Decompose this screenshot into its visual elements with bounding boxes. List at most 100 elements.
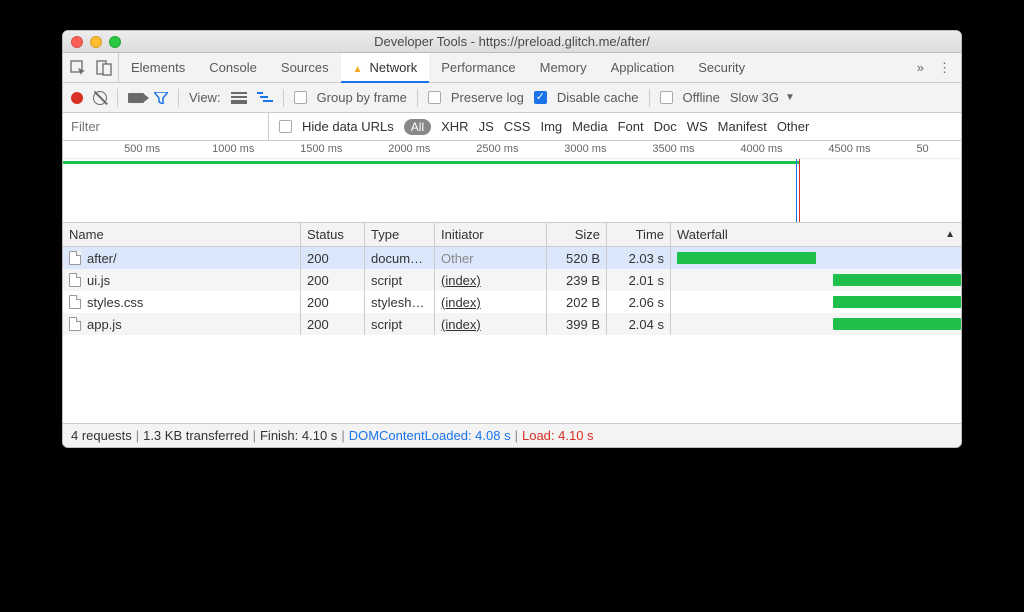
tab-memory[interactable]: Memory	[528, 53, 599, 82]
timeline-tick: 4000 ms	[740, 143, 782, 155]
table-row[interactable]: app.js200script(index)399 B2.04 s	[63, 313, 961, 335]
tab-elements[interactable]: Elements	[119, 53, 197, 82]
request-initiator: Other	[441, 251, 474, 266]
minimize-icon[interactable]	[90, 36, 102, 48]
request-type: stylesh…	[365, 291, 435, 313]
tab-performance[interactable]: Performance	[429, 53, 527, 82]
request-name: after/	[87, 251, 117, 266]
record-button[interactable]	[71, 92, 83, 104]
table-row[interactable]: after/200docum… Other 520 B2.03 s	[63, 247, 961, 269]
filter-type-other[interactable]: Other	[777, 119, 810, 134]
col-name[interactable]: Name	[63, 223, 301, 246]
hide-data-urls-label: Hide data URLs	[302, 119, 394, 134]
hide-data-urls-checkbox[interactable]	[279, 120, 292, 133]
traffic-lights	[71, 36, 121, 48]
col-waterfall[interactable]: Waterfall▲	[671, 223, 961, 246]
group-by-frame-label: Group by frame	[317, 90, 407, 105]
timeline-tick: 2500 ms	[476, 143, 518, 155]
filter-toggle-icon[interactable]	[154, 92, 168, 104]
request-waterfall	[671, 247, 961, 269]
request-status: 200	[301, 247, 365, 269]
filter-type-media[interactable]: Media	[572, 119, 607, 134]
request-name: ui.js	[87, 273, 110, 288]
tab-application[interactable]: Application	[599, 53, 687, 82]
timeline-tick: 1500 ms	[300, 143, 342, 155]
zoom-icon[interactable]	[109, 36, 121, 48]
throttle-select[interactable]: Slow 3G ▼	[730, 90, 795, 105]
filter-type-ws[interactable]: WS	[687, 119, 708, 134]
request-initiator[interactable]: (index)	[441, 295, 481, 310]
col-status[interactable]: Status	[301, 223, 365, 246]
table-row[interactable]: styles.css200stylesh…(index)202 B2.06 s	[63, 291, 961, 313]
window-title: Developer Tools - https://preload.glitch…	[63, 34, 961, 49]
request-time: 2.03 s	[607, 247, 671, 269]
request-time: 2.04 s	[607, 313, 671, 335]
status-transferred: 1.3 KB transferred	[143, 428, 249, 443]
request-size: 520 B	[547, 247, 607, 269]
devtools-window: Developer Tools - https://preload.glitch…	[62, 30, 962, 448]
more-tabs-icon[interactable]: »	[917, 60, 924, 75]
close-icon[interactable]	[71, 36, 83, 48]
inspect-icon[interactable]	[70, 60, 86, 76]
tab-sources[interactable]: Sources	[269, 53, 341, 82]
status-load: Load: 4.10 s	[522, 428, 594, 443]
col-time[interactable]: Time	[607, 223, 671, 246]
request-size: 239 B	[547, 269, 607, 291]
tab-security[interactable]: Security	[686, 53, 757, 82]
filter-type-js[interactable]: JS	[479, 119, 494, 134]
filter-input[interactable]	[63, 113, 269, 140]
filter-type-doc[interactable]: Doc	[654, 119, 677, 134]
col-size[interactable]: Size	[547, 223, 607, 246]
timeline-tick: 2000 ms	[388, 143, 430, 155]
col-type[interactable]: Type	[365, 223, 435, 246]
group-by-frame-checkbox[interactable]	[294, 91, 307, 104]
timeline-tick: 1000 ms	[212, 143, 254, 155]
sort-asc-icon: ▲	[945, 229, 955, 240]
filter-type-font[interactable]: Font	[618, 119, 644, 134]
waterfall-bar	[833, 318, 961, 330]
request-type: script	[365, 269, 435, 291]
clear-button[interactable]	[93, 91, 107, 105]
filter-type-xhr[interactable]: XHR	[441, 119, 468, 134]
status-finish: Finish: 4.10 s	[260, 428, 337, 443]
timeline-tick: 4500 ms	[828, 143, 870, 155]
preserve-log-label: Preserve log	[451, 90, 524, 105]
filter-type-manifest[interactable]: Manifest	[718, 119, 767, 134]
preserve-log-checkbox[interactable]	[428, 91, 441, 104]
chevron-down-icon: ▼	[785, 92, 795, 103]
screenshot-icon[interactable]	[128, 93, 144, 103]
request-initiator[interactable]: (index)	[441, 273, 481, 288]
status-dcl: DOMContentLoaded: 4.08 s	[349, 428, 511, 443]
request-size: 399 B	[547, 313, 607, 335]
timeline-tick: 3500 ms	[652, 143, 694, 155]
devtools-left-icons	[63, 53, 119, 82]
timeline-tick: 500 ms	[124, 143, 160, 155]
request-status: 200	[301, 291, 365, 313]
tab-network[interactable]: Network	[341, 53, 430, 83]
timeline-tick: 3000 ms	[564, 143, 606, 155]
request-name: styles.css	[87, 295, 143, 310]
kebab-menu-icon[interactable]: ⋮	[938, 60, 951, 76]
tab-console[interactable]: Console	[197, 53, 269, 82]
offline-checkbox[interactable]	[660, 91, 673, 104]
request-initiator[interactable]: (index)	[441, 317, 481, 332]
table-row[interactable]: ui.js200script(index)239 B2.01 s	[63, 269, 961, 291]
request-status: 200	[301, 269, 365, 291]
disable-cache-label: Disable cache	[557, 90, 639, 105]
disable-cache-checkbox[interactable]	[534, 91, 547, 104]
view-label: View:	[189, 90, 221, 105]
timeline-activity-bar	[63, 161, 799, 164]
col-initiator[interactable]: Initiator	[435, 223, 547, 246]
filter-type-img[interactable]: Img	[540, 119, 562, 134]
filter-type-css[interactable]: CSS	[504, 119, 531, 134]
request-waterfall	[671, 269, 961, 291]
timeline-overview[interactable]: 500 ms 1000 ms 1500 ms 2000 ms 2500 ms 3000 m…	[63, 141, 961, 223]
waterfall-view-icon[interactable]	[257, 92, 273, 104]
waterfall-bar	[677, 252, 816, 264]
timeline-tick: 50	[916, 143, 928, 155]
filter-type-all[interactable]: All	[404, 119, 431, 135]
offline-label: Offline	[683, 90, 720, 105]
device-icon[interactable]	[96, 60, 112, 76]
large-rows-icon[interactable]	[231, 92, 247, 104]
request-type: docum…	[365, 247, 435, 269]
